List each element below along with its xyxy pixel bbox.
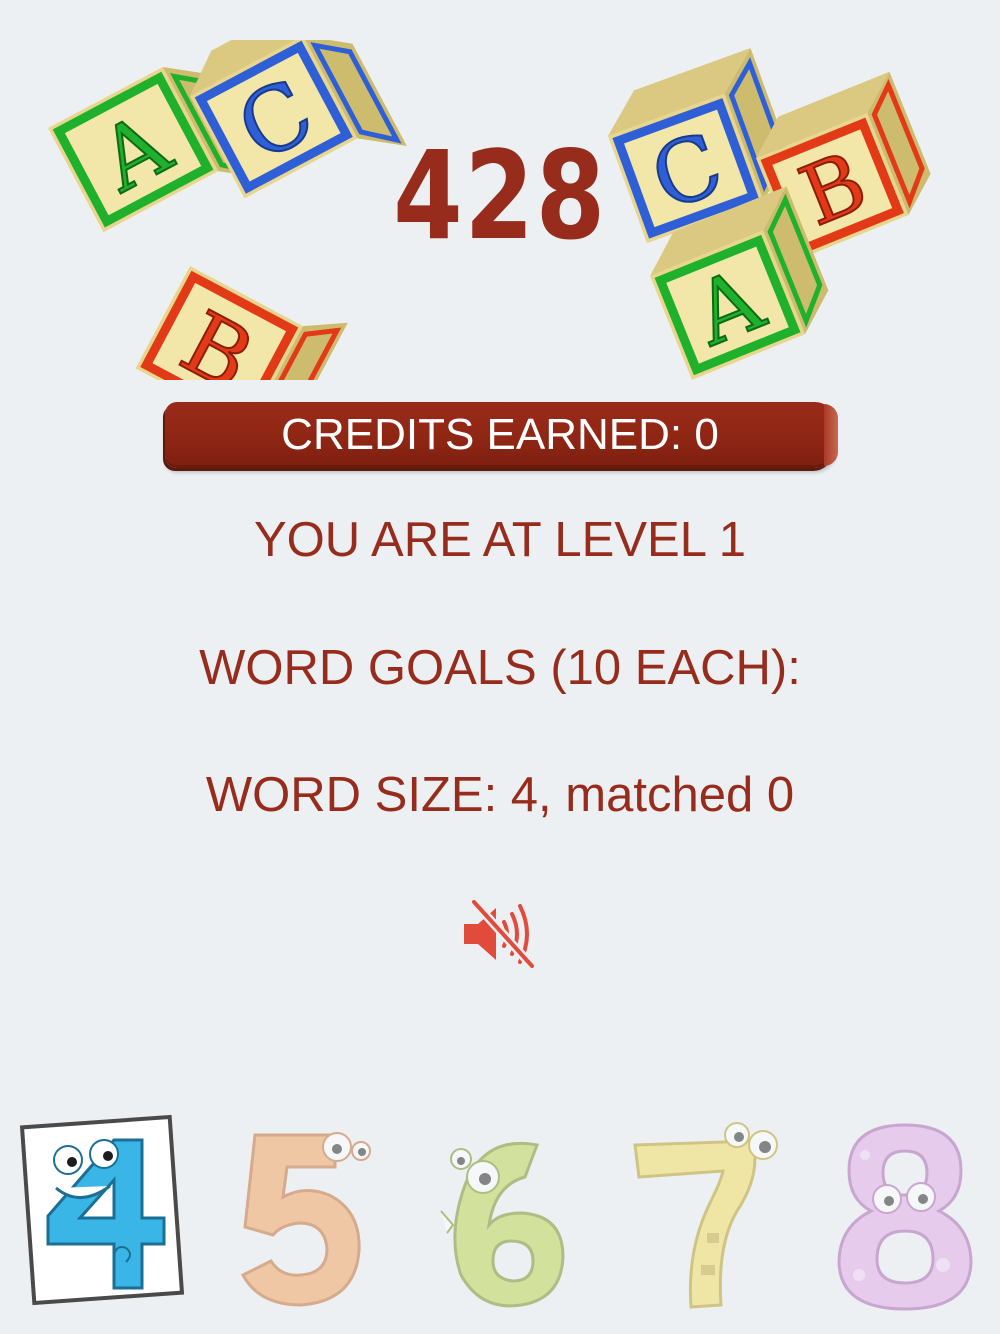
- block-b-left: B: [135, 266, 348, 380]
- word-goals-label: WORD GOALS (10 EACH):: [199, 641, 801, 695]
- word-size-6-button[interactable]: [425, 1115, 590, 1315]
- speaker-muted-icon: [464, 897, 537, 971]
- word-size-5-button[interactable]: [225, 1115, 390, 1315]
- sound-toggle-button[interactable]: [460, 896, 540, 972]
- word-size-8-button[interactable]: [825, 1115, 990, 1315]
- alphabet-blocks-right: C B A: [608, 47, 931, 380]
- word-size-4-button[interactable]: [18, 1112, 186, 1308]
- word-size-7-button[interactable]: [625, 1115, 790, 1315]
- alphabet-blocks-left: A C B: [48, 40, 407, 380]
- word-size-status: WORD SIZE: 4, matched 0: [205, 768, 795, 822]
- game-screen: A C B 428 C B A CREDITS EARNED: 0 YOU AR…: [0, 0, 1000, 1334]
- credits-earned-label: CREDITS EARNED: 0: [281, 410, 719, 459]
- level-status: YOU ARE AT LEVEL 1: [253, 513, 747, 567]
- credits-banner: CREDITS EARNED: 0: [165, 402, 838, 468]
